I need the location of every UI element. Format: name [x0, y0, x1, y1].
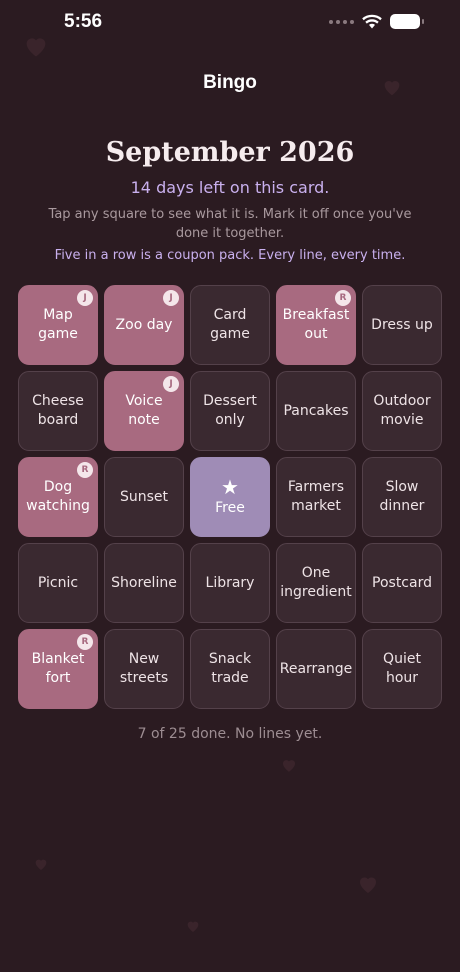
cell-label: Snack trade — [208, 651, 252, 686]
cell-label: Slow dinner — [379, 479, 425, 514]
bingo-cell[interactable]: Shoreline — [104, 543, 184, 623]
bingo-cell[interactable]: New streets — [104, 629, 184, 709]
badge-initial: R — [335, 290, 351, 306]
cell-label: Shoreline — [111, 574, 177, 591]
free-cell[interactable]: ★ Free — [190, 457, 270, 537]
cell-label: Rearrange — [279, 660, 353, 677]
cell-label: Outdoor movie — [373, 393, 431, 428]
bingo-cell[interactable]: Quiet hour — [362, 629, 442, 709]
wifi-icon — [362, 14, 382, 29]
cellular-signal-icon — [329, 19, 354, 24]
bingo-cell[interactable]: Dessert only — [190, 371, 270, 451]
bingo-cell[interactable]: Voice note J — [104, 371, 184, 451]
cell-label: Farmers market — [287, 479, 345, 514]
progress-text: 7 of 25 done. No lines yet. — [137, 726, 323, 742]
cell-label: Dog watching — [26, 479, 90, 514]
bingo-cell[interactable]: One ingredient — [276, 543, 356, 623]
cell-label: Sunset — [119, 488, 169, 505]
month-title: September 2026 — [105, 137, 355, 168]
cell-label: Dress up — [371, 316, 433, 333]
days-left-text: 14 days left on this card. — [130, 178, 330, 197]
badge-initial: J — [163, 290, 179, 306]
nav-title: Bingo — [203, 72, 257, 93]
cell-label: Postcard — [372, 574, 432, 591]
cell-label: Quiet hour — [383, 651, 421, 686]
bingo-cell[interactable]: Farmers market — [276, 457, 356, 537]
bingo-cell[interactable]: Breakfast out R — [276, 285, 356, 365]
bingo-cell[interactable]: Library — [190, 543, 270, 623]
heart-icon — [356, 872, 380, 896]
bingo-cell[interactable]: Sunset — [104, 457, 184, 537]
bingo-cell[interactable]: Card game — [190, 285, 270, 365]
badge-initial: J — [77, 290, 93, 306]
bingo-cell[interactable]: Zoo day J — [104, 285, 184, 365]
cell-label: Breakfast out — [282, 307, 350, 342]
cell-label: Picnic — [37, 574, 79, 591]
bingo-cell[interactable]: Outdoor movie — [362, 371, 442, 451]
heart-icon — [33, 856, 49, 872]
cell-label: Pancakes — [283, 402, 349, 419]
cell-label: Free — [215, 499, 245, 516]
instructions-text: Tap any square to see what it is. Mark i… — [48, 207, 412, 241]
bingo-cell[interactable]: Slow dinner — [362, 457, 442, 537]
badge-initial: R — [77, 634, 93, 650]
cell-label: Zoo day — [115, 316, 173, 333]
rule-text: Five in a row is a coupon pack. Every li… — [54, 248, 406, 263]
star-icon: ★ — [221, 474, 239, 499]
cell-label: Card game — [210, 307, 250, 342]
bingo-cell[interactable]: Picnic — [18, 543, 98, 623]
cell-label: Dessert only — [203, 393, 257, 428]
cell-label: Voice note — [125, 393, 163, 428]
bingo-cell[interactable]: Dog watching R — [18, 457, 98, 537]
heart-icon — [185, 918, 201, 934]
cell-label: Blanket fort — [31, 651, 85, 686]
cell-label: New streets — [119, 651, 169, 686]
status-icons — [329, 14, 424, 29]
bingo-cell[interactable]: Postcard — [362, 543, 442, 623]
bingo-cell[interactable]: Snack trade — [190, 629, 270, 709]
bingo-cell[interactable]: Blanket fort R — [18, 629, 98, 709]
bingo-cell[interactable]: Cheese board — [18, 371, 98, 451]
status-time: 5:56 — [64, 11, 103, 32]
bingo-cell[interactable]: Pancakes — [276, 371, 356, 451]
battery-icon — [390, 14, 424, 29]
cell-label: Map game — [38, 307, 78, 342]
cell-label: One ingredient — [280, 565, 352, 600]
badge-initial: R — [77, 462, 93, 478]
cell-label: Library — [205, 574, 255, 591]
badge-initial: J — [163, 376, 179, 392]
bingo-cell[interactable]: Rearrange — [276, 629, 356, 709]
bingo-cell[interactable]: Dress up — [362, 285, 442, 365]
heart-icon — [280, 756, 298, 774]
cell-label: Cheese board — [32, 393, 84, 428]
status-bar: 5:56 — [0, 0, 460, 48]
bingo-cell[interactable]: Map game J — [18, 285, 98, 365]
bingo-grid: Map game J Zoo day J Card game Breakfast o… — [18, 285, 442, 709]
